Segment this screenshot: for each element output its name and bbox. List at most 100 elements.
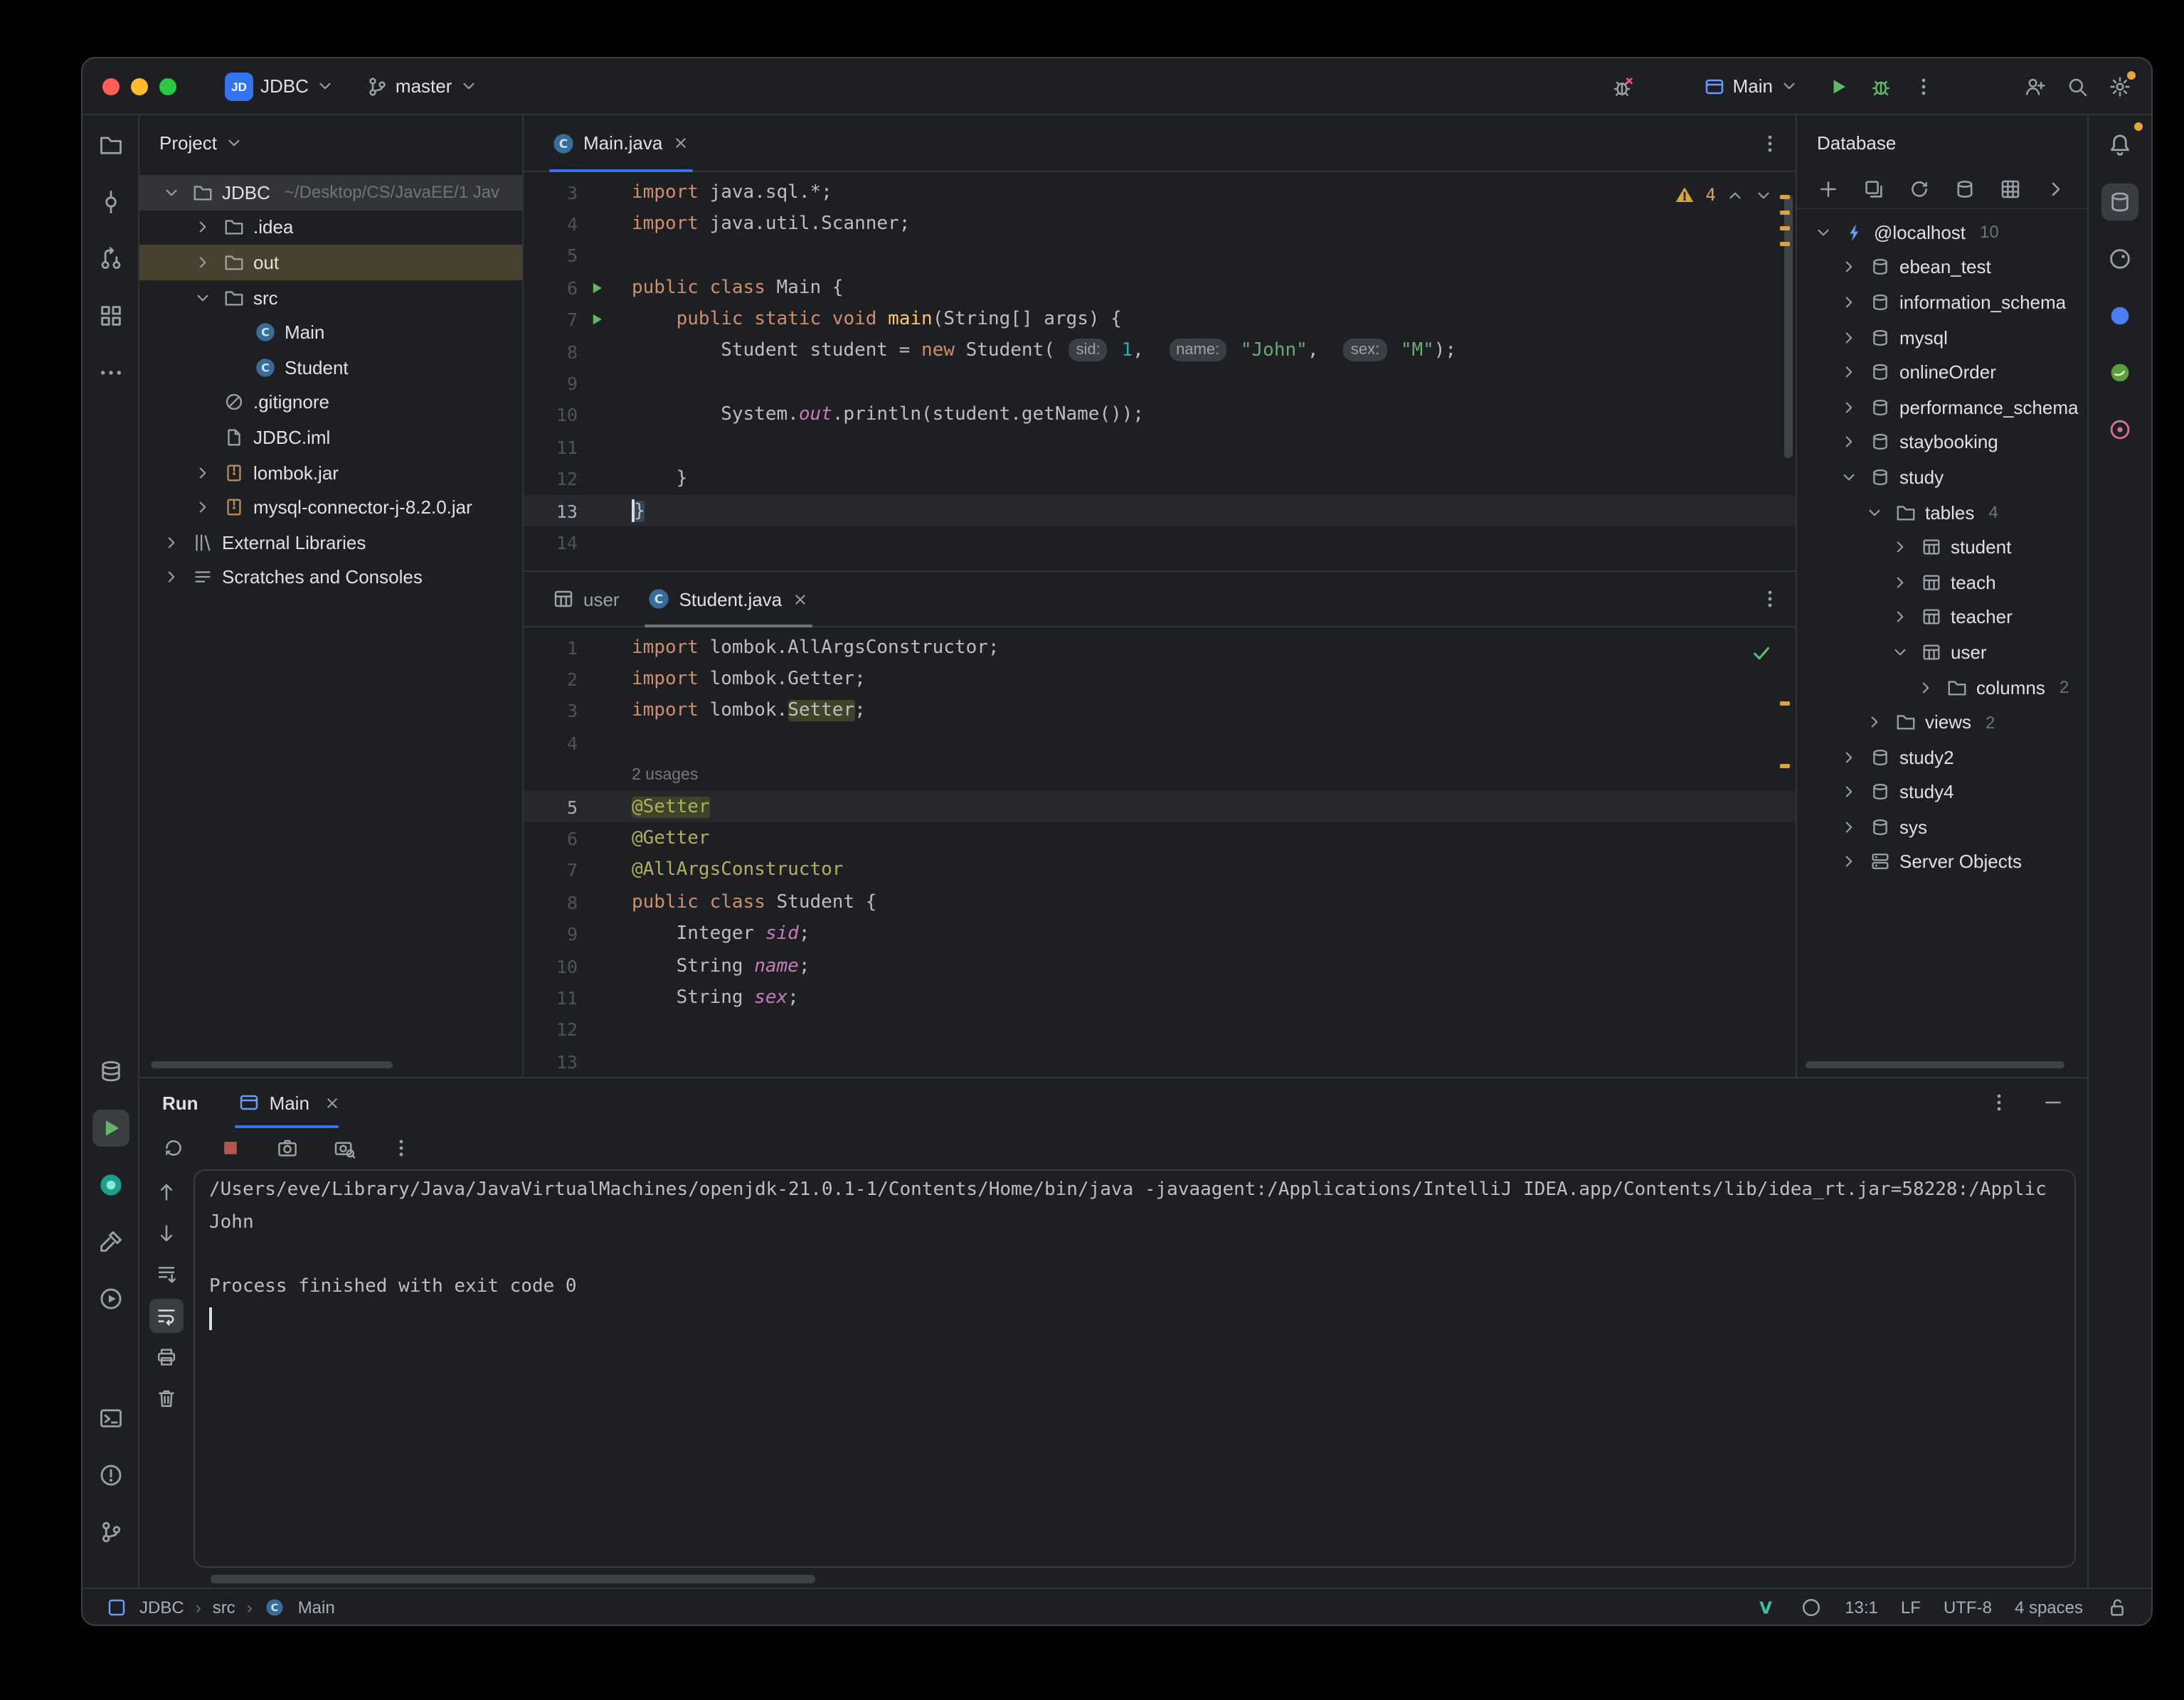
- gutter[interactable]: 2: [524, 664, 632, 696]
- code-line[interactable]: 14: [524, 527, 1796, 559]
- gutter[interactable]: 7: [524, 854, 632, 886]
- refresh-button[interactable]: [1906, 171, 1933, 206]
- code-line[interactable]: 2 usages: [524, 759, 1796, 791]
- memory-snapshot-button[interactable]: [327, 1132, 361, 1166]
- chevron-right-icon[interactable]: [159, 568, 182, 587]
- tree-item-staybooking[interactable]: staybooking: [1797, 425, 2087, 459]
- editor-tab-student-java[interactable]: C Student.java: [634, 572, 824, 627]
- editor-menu-button[interactable]: [1759, 132, 1781, 154]
- tree-item-sys[interactable]: sys: [1797, 809, 2087, 844]
- chevron-right-icon[interactable]: [1837, 258, 1860, 277]
- soft-wrap-button[interactable]: [149, 1299, 184, 1334]
- clear-console-button[interactable]: [149, 1382, 184, 1416]
- expand-toolbar-button[interactable]: [2043, 171, 2070, 206]
- gutter[interactable]: 12: [524, 1014, 632, 1046]
- chevron-right-icon[interactable]: [1914, 678, 1936, 696]
- tree-item-views[interactable]: views 2: [1797, 705, 2087, 740]
- duplicate-button[interactable]: [1860, 171, 1887, 206]
- tree-item-study[interactable]: study: [1797, 459, 2087, 494]
- tree-item-localhost[interactable]: @localhost 10: [1797, 215, 2087, 250]
- run-tab-main[interactable]: Main: [224, 1079, 351, 1129]
- editor-main-java[interactable]: 3 import java.sql.*; 4 import java.util.Sca…: [524, 172, 1796, 570]
- tree-item-study4[interactable]: study4: [1797, 775, 2087, 809]
- gutter[interactable]: 5: [524, 240, 632, 272]
- run-options-button[interactable]: [1988, 1092, 2010, 1115]
- print-button[interactable]: [149, 1341, 184, 1375]
- zoom-window-button[interactable]: [159, 78, 176, 95]
- inspections-widget[interactable]: 4: [1673, 184, 1773, 206]
- chevron-right-icon[interactable]: [1837, 398, 1860, 417]
- close-tab-icon[interactable]: [324, 1094, 342, 1112]
- notifications-button[interactable]: [2101, 122, 2143, 164]
- code-line[interactable]: 7 public static void main(String[] args)…: [524, 304, 1796, 336]
- branch-selector[interactable]: master: [357, 70, 486, 102]
- caret-position[interactable]: 13:1: [1845, 1597, 1878, 1617]
- tree-item-gitignore[interactable]: .gitignore: [139, 385, 522, 420]
- tree-item-tables[interactable]: tables 4: [1797, 495, 2087, 530]
- editor-tab-user[interactable]: user: [538, 572, 634, 626]
- chevron-down-icon[interactable]: [159, 184, 182, 202]
- tree-item-out[interactable]: out: [139, 245, 522, 280]
- spring-tool-button[interactable]: [2101, 354, 2138, 391]
- indent-style[interactable]: 4 spaces: [2015, 1597, 2083, 1617]
- chevron-right-icon[interactable]: [1888, 573, 1911, 591]
- gutter[interactable]: 9: [524, 918, 632, 950]
- gutter[interactable]: 14: [524, 527, 632, 559]
- code-line[interactable]: 6 public class Main {: [524, 272, 1796, 304]
- console-horizontal-scrollbar[interactable]: [211, 1575, 815, 1583]
- run-configuration-selector[interactable]: Main: [1695, 70, 1807, 102]
- schema-sync-button[interactable]: [1951, 171, 1978, 206]
- chevron-right-icon[interactable]: [1837, 328, 1860, 346]
- breadcrumb-main[interactable]: Main: [298, 1597, 335, 1617]
- stop-button[interactable]: [213, 1132, 248, 1166]
- tree-item-mysql[interactable]: mysql: [1797, 320, 2087, 355]
- commit-tool-button[interactable]: [92, 184, 129, 221]
- tree-item-jdbc[interactable]: JDBC ~/Desktop/CS/JavaEE/1 Jav: [139, 175, 522, 211]
- close-window-button[interactable]: [102, 78, 120, 95]
- gutter[interactable]: 6: [524, 272, 632, 304]
- tree-item-study2[interactable]: study2: [1797, 740, 2087, 775]
- code-line[interactable]: 7 @AllArgsConstructor: [524, 854, 1796, 886]
- chevron-right-icon[interactable]: [1837, 818, 1860, 836]
- code-line[interactable]: 3 import lombok.Setter;: [524, 696, 1796, 728]
- mute-breakpoints-button[interactable]: [1612, 75, 1635, 97]
- gutter[interactable]: 5: [524, 791, 632, 823]
- chevron-right-icon[interactable]: [1837, 363, 1860, 381]
- rerun-button[interactable]: [157, 1132, 191, 1166]
- chevron-right-icon[interactable]: [191, 253, 213, 272]
- code-line[interactable]: 12: [524, 1014, 1796, 1046]
- code-line[interactable]: 6 @Getter: [524, 823, 1796, 855]
- up-stack-trace-button[interactable]: [149, 1176, 184, 1210]
- scroll-to-end-button[interactable]: [149, 1258, 184, 1292]
- tree-item-mysql-connector-j-8-2-0-jar[interactable]: mysql-connector-j-8.2.0.jar: [139, 490, 522, 525]
- ideavim-icon[interactable]: V: [1754, 1595, 1776, 1618]
- code-line[interactable]: 5 @Setter: [524, 790, 1796, 823]
- chevron-right-icon[interactable]: [1862, 713, 1885, 731]
- project-widget-icon[interactable]: [105, 1595, 128, 1618]
- more-actions-button[interactable]: [1912, 75, 1935, 97]
- code-line[interactable]: 13: [524, 1046, 1796, 1078]
- gutter[interactable]: 3: [524, 176, 632, 208]
- tree-item-performance-schema[interactable]: performance_schema: [1797, 390, 2087, 425]
- database-tool-button[interactable]: [2101, 184, 2138, 221]
- code-line[interactable]: 8 Student student = new Student( sid: 1,…: [524, 336, 1796, 368]
- chevron-down-icon[interactable]: [1837, 468, 1860, 487]
- chevron-right-icon[interactable]: [191, 463, 213, 482]
- tree-item-external-libraries[interactable]: External Libraries: [139, 525, 522, 560]
- code-line[interactable]: 11: [524, 431, 1796, 463]
- chevron-right-icon[interactable]: [1837, 293, 1860, 312]
- tree-item-student[interactable]: C Student: [139, 350, 522, 385]
- code-line[interactable]: 13}: [524, 494, 1796, 527]
- gutter[interactable]: [524, 759, 632, 791]
- debug-button[interactable]: [1870, 75, 1892, 97]
- search-everywhere-button[interactable]: [2066, 75, 2089, 97]
- chevron-down-icon[interactable]: [1811, 223, 1834, 242]
- down-stack-trace-button[interactable]: [149, 1217, 184, 1251]
- code-line[interactable]: 2 import lombok.Getter;: [524, 664, 1796, 696]
- console[interactable]: /Users/eve/Library/Java/JavaVirtualMachi…: [194, 1169, 2076, 1568]
- project-panel-header[interactable]: Project: [139, 115, 522, 169]
- maven-tool-button[interactable]: [2101, 297, 2138, 334]
- status-circle-icon[interactable]: [1799, 1595, 1822, 1618]
- run-line-icon[interactable]: [578, 312, 615, 328]
- gutter[interactable]: 4: [524, 727, 632, 759]
